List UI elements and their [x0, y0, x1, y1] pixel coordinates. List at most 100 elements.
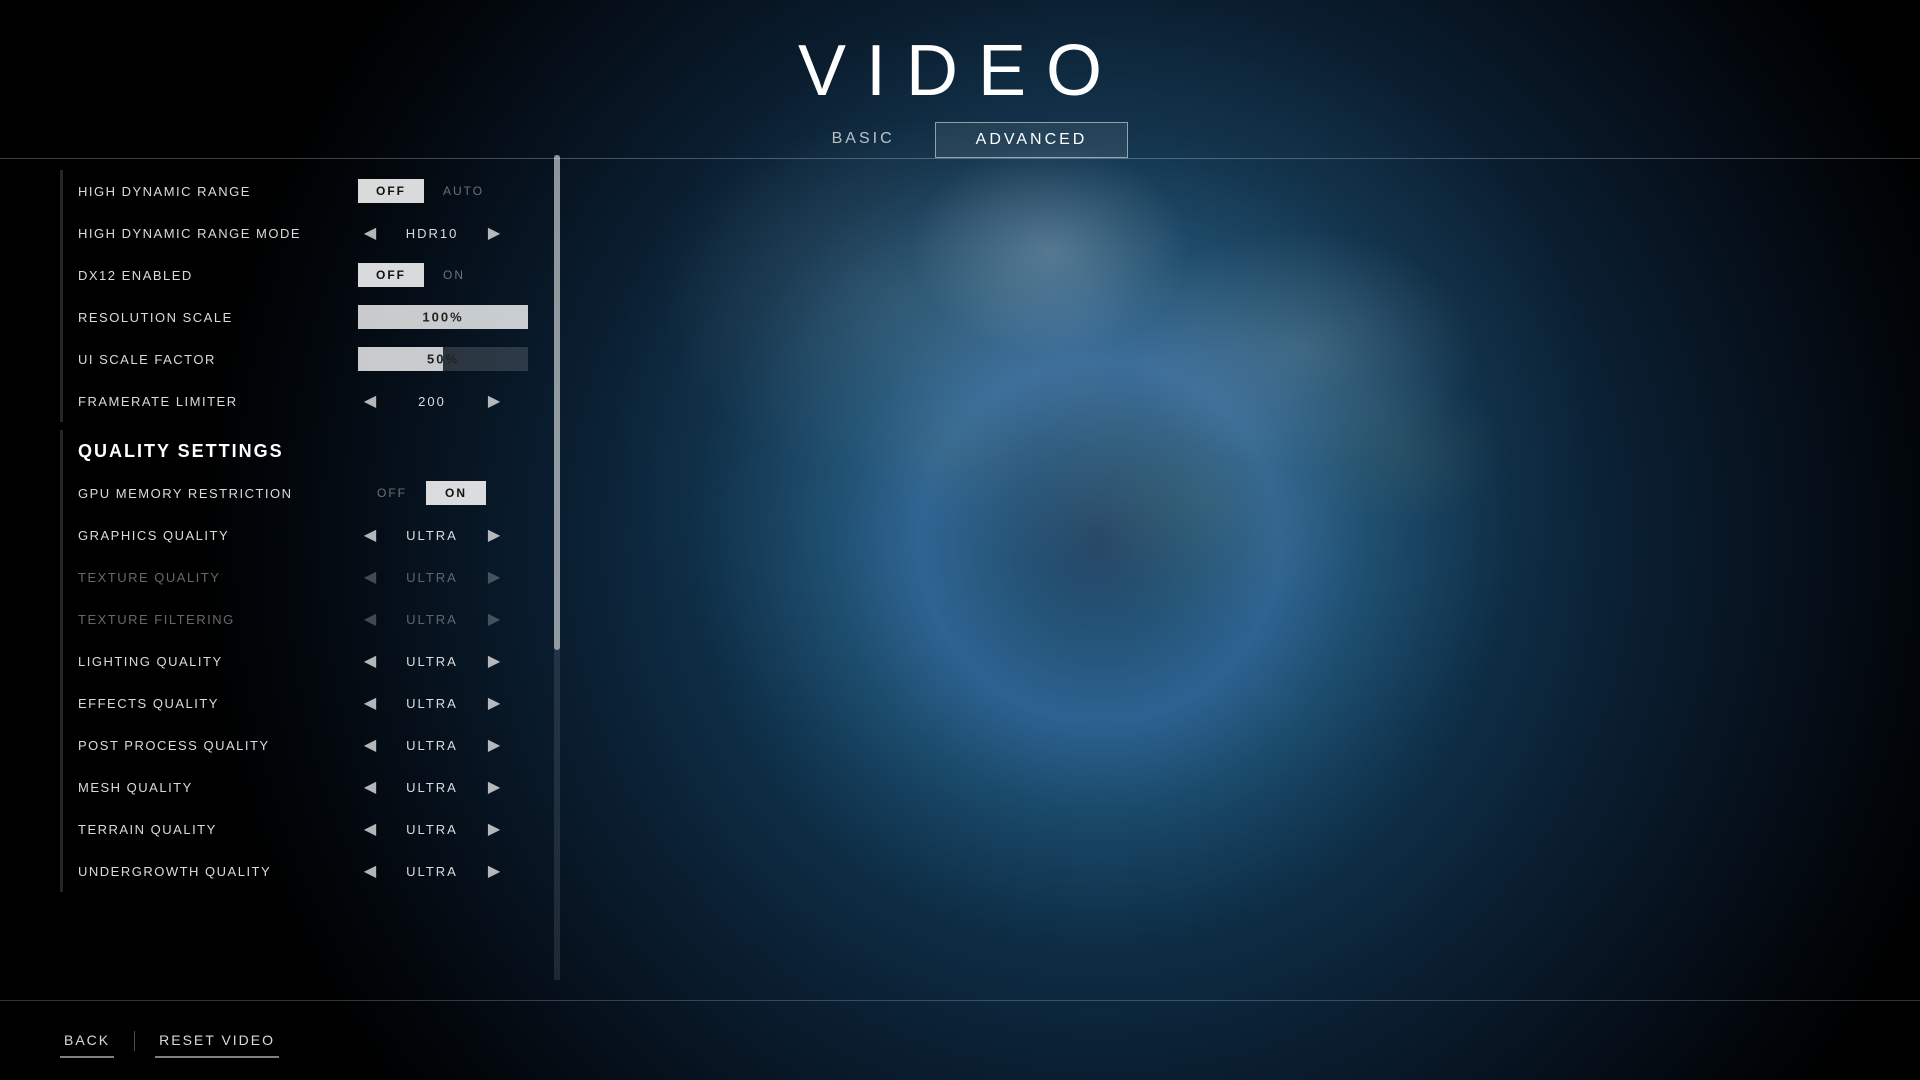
setting-label-hdr-mode: HIGH DYNAMIC RANGE MODE	[78, 226, 358, 241]
arrow-hdr-mode: ◀ HDR10 ▶	[358, 221, 506, 245]
setting-row-texture-quality: TEXTURE QUALITY ◀ ULTRA ▶	[60, 556, 560, 598]
settings-scrollbar[interactable]	[554, 155, 560, 980]
setting-row-effects-quality: EFFECTS QUALITY ◀ ULTRA ▶	[60, 682, 560, 724]
scrollbar-thumb[interactable]	[554, 155, 560, 650]
slider-value-ui-scale: 50%	[358, 352, 528, 367]
arrow-value-post-process: ULTRA	[392, 738, 472, 753]
toggle-off-hdr[interactable]: OFF	[358, 179, 424, 203]
arrow-value-graphics-quality: ULTRA	[392, 528, 472, 543]
bottom-separator	[134, 1031, 135, 1051]
toggle-on-dx12[interactable]: ON	[424, 262, 484, 288]
bottom-bar: BACK RESET VIDEO	[0, 1000, 1920, 1080]
arrow-terrain-quality: ◀ ULTRA ▶	[358, 817, 506, 841]
arrow-right-texture-quality[interactable]: ▶	[482, 565, 506, 589]
setting-row-framerate: FRAMERATE LIMITER ◀ 200 ▶	[60, 380, 560, 422]
setting-label-effects-quality: EFFECTS QUALITY	[78, 696, 358, 711]
quality-settings-header: QUALITY SETTINGS	[60, 430, 560, 472]
toggle-auto-hdr[interactable]: AUTO	[424, 178, 503, 204]
arrow-right-hdr-mode[interactable]: ▶	[482, 221, 506, 245]
tab-basic[interactable]: BASIC	[792, 122, 935, 158]
tab-advanced[interactable]: ADVANCED	[935, 122, 1129, 158]
arrow-right-texture-filtering[interactable]: ▶	[482, 607, 506, 631]
toggle-gpu-memory: OFF ON	[358, 480, 486, 506]
arrow-left-undergrowth-quality[interactable]: ◀	[358, 859, 382, 883]
arrow-post-process: ◀ ULTRA ▶	[358, 733, 506, 757]
arrow-mesh-quality: ◀ ULTRA ▶	[358, 775, 506, 799]
arrow-value-mesh-quality: ULTRA	[392, 780, 472, 795]
setting-label-undergrowth-quality: UNDERGROWTH QUALITY	[78, 864, 358, 879]
back-button[interactable]: BACK	[60, 1024, 114, 1058]
arrow-right-effects-quality[interactable]: ▶	[482, 691, 506, 715]
setting-label-mesh-quality: MESH QUALITY	[78, 780, 358, 795]
setting-row-terrain-quality: TERRAIN QUALITY ◀ ULTRA ▶	[60, 808, 560, 850]
setting-label-graphics-quality: GRAPHICS QUALITY	[78, 528, 358, 543]
arrow-left-graphics-quality[interactable]: ◀	[358, 523, 382, 547]
arrow-graphics-quality: ◀ ULTRA ▶	[358, 523, 506, 547]
setting-row-high-dynamic-range: HIGH DYNAMIC RANGE OFF AUTO	[60, 170, 560, 212]
setting-row-gpu-memory: GPU MEMORY RESTRICTION OFF ON	[60, 472, 560, 514]
setting-row-mesh-quality: MESH QUALITY ◀ ULTRA ▶	[60, 766, 560, 808]
arrow-right-terrain-quality[interactable]: ▶	[482, 817, 506, 841]
setting-label-texture-filtering: TEXTURE FILTERING	[78, 612, 358, 627]
arrow-right-lighting-quality[interactable]: ▶	[482, 649, 506, 673]
arrow-right-framerate[interactable]: ▶	[482, 389, 506, 413]
page-header: VIDEO	[0, 0, 1920, 112]
arrow-lighting-quality: ◀ ULTRA ▶	[358, 649, 506, 673]
setting-row-dx12: DX12 ENABLED OFF ON	[60, 254, 560, 296]
setting-label-framerate: FRAMERATE LIMITER	[78, 394, 358, 409]
arrow-left-texture-quality[interactable]: ◀	[358, 565, 382, 589]
setting-label-lighting-quality: LIGHTING QUALITY	[78, 654, 358, 669]
arrow-value-effects-quality: ULTRA	[392, 696, 472, 711]
arrow-left-terrain-quality[interactable]: ◀	[358, 817, 382, 841]
arrow-right-graphics-quality[interactable]: ▶	[482, 523, 506, 547]
section-title-quality: QUALITY SETTINGS	[78, 435, 284, 468]
toggle-off-gpu-memory[interactable]: OFF	[358, 480, 426, 506]
page-title: VIDEO	[0, 30, 1920, 112]
setting-label-texture-quality: TEXTURE QUALITY	[78, 570, 358, 585]
toggle-on-gpu-memory[interactable]: ON	[426, 481, 486, 505]
arrow-texture-quality: ◀ ULTRA ▶	[358, 565, 506, 589]
setting-row-ui-scale: UI SCALE FACTOR 50%	[60, 338, 560, 380]
settings-list: HIGH DYNAMIC RANGE OFF AUTO HIGH DYNAMIC…	[60, 155, 560, 907]
setting-label-dx12: DX12 ENABLED	[78, 268, 358, 283]
setting-row-graphics-quality: GRAPHICS QUALITY ◀ ULTRA ▶	[60, 514, 560, 556]
setting-label-gpu-memory: GPU MEMORY RESTRICTION	[78, 486, 358, 501]
setting-row-lighting-quality: LIGHTING QUALITY ◀ ULTRA ▶	[60, 640, 560, 682]
arrow-value-undergrowth-quality: ULTRA	[392, 864, 472, 879]
arrow-left-mesh-quality[interactable]: ◀	[358, 775, 382, 799]
slider-ui-scale[interactable]: 50%	[358, 347, 528, 371]
setting-label-hdr: HIGH DYNAMIC RANGE	[78, 184, 358, 199]
setting-label-ui-scale: UI SCALE FACTOR	[78, 352, 358, 367]
arrow-value-terrain-quality: ULTRA	[392, 822, 472, 837]
setting-row-resolution-scale: RESOLUTION SCALE 100%	[60, 296, 560, 338]
arrow-texture-filtering: ◀ ULTRA ▶	[358, 607, 506, 631]
arrow-left-post-process[interactable]: ◀	[358, 733, 382, 757]
toggle-hdr: OFF AUTO	[358, 178, 503, 204]
reset-video-button[interactable]: RESET VIDEO	[155, 1024, 279, 1058]
arrow-value-texture-filtering: ULTRA	[392, 612, 472, 627]
slider-resolution-scale[interactable]: 100%	[358, 305, 528, 329]
settings-panel: HIGH DYNAMIC RANGE OFF AUTO HIGH DYNAMIC…	[60, 155, 560, 980]
arrow-left-framerate[interactable]: ◀	[358, 389, 382, 413]
setting-row-texture-filtering: TEXTURE FILTERING ◀ ULTRA ▶	[60, 598, 560, 640]
setting-row-undergrowth-quality: UNDERGROWTH QUALITY ◀ ULTRA ▶	[60, 850, 560, 892]
toggle-off-dx12[interactable]: OFF	[358, 263, 424, 287]
arrow-left-hdr-mode[interactable]: ◀	[358, 221, 382, 245]
toggle-dx12: OFF ON	[358, 262, 484, 288]
setting-label-resolution-scale: RESOLUTION SCALE	[78, 310, 358, 325]
arrow-right-mesh-quality[interactable]: ▶	[482, 775, 506, 799]
arrow-left-texture-filtering[interactable]: ◀	[358, 607, 382, 631]
arrow-value-hdr-mode: HDR10	[392, 226, 472, 241]
arrow-effects-quality: ◀ ULTRA ▶	[358, 691, 506, 715]
arrow-left-effects-quality[interactable]: ◀	[358, 691, 382, 715]
tabs-container: BASIC ADVANCED	[0, 122, 1920, 158]
arrow-left-lighting-quality[interactable]: ◀	[358, 649, 382, 673]
arrow-framerate: ◀ 200 ▶	[358, 389, 506, 413]
slider-value-resolution-scale: 100%	[358, 310, 528, 325]
arrow-right-post-process[interactable]: ▶	[482, 733, 506, 757]
arrow-right-undergrowth-quality[interactable]: ▶	[482, 859, 506, 883]
arrow-value-texture-quality: ULTRA	[392, 570, 472, 585]
arrow-value-framerate: 200	[392, 394, 472, 409]
setting-row-hdr-mode: HIGH DYNAMIC RANGE MODE ◀ HDR10 ▶	[60, 212, 560, 254]
setting-row-post-process: POST PROCESS QUALITY ◀ ULTRA ▶	[60, 724, 560, 766]
